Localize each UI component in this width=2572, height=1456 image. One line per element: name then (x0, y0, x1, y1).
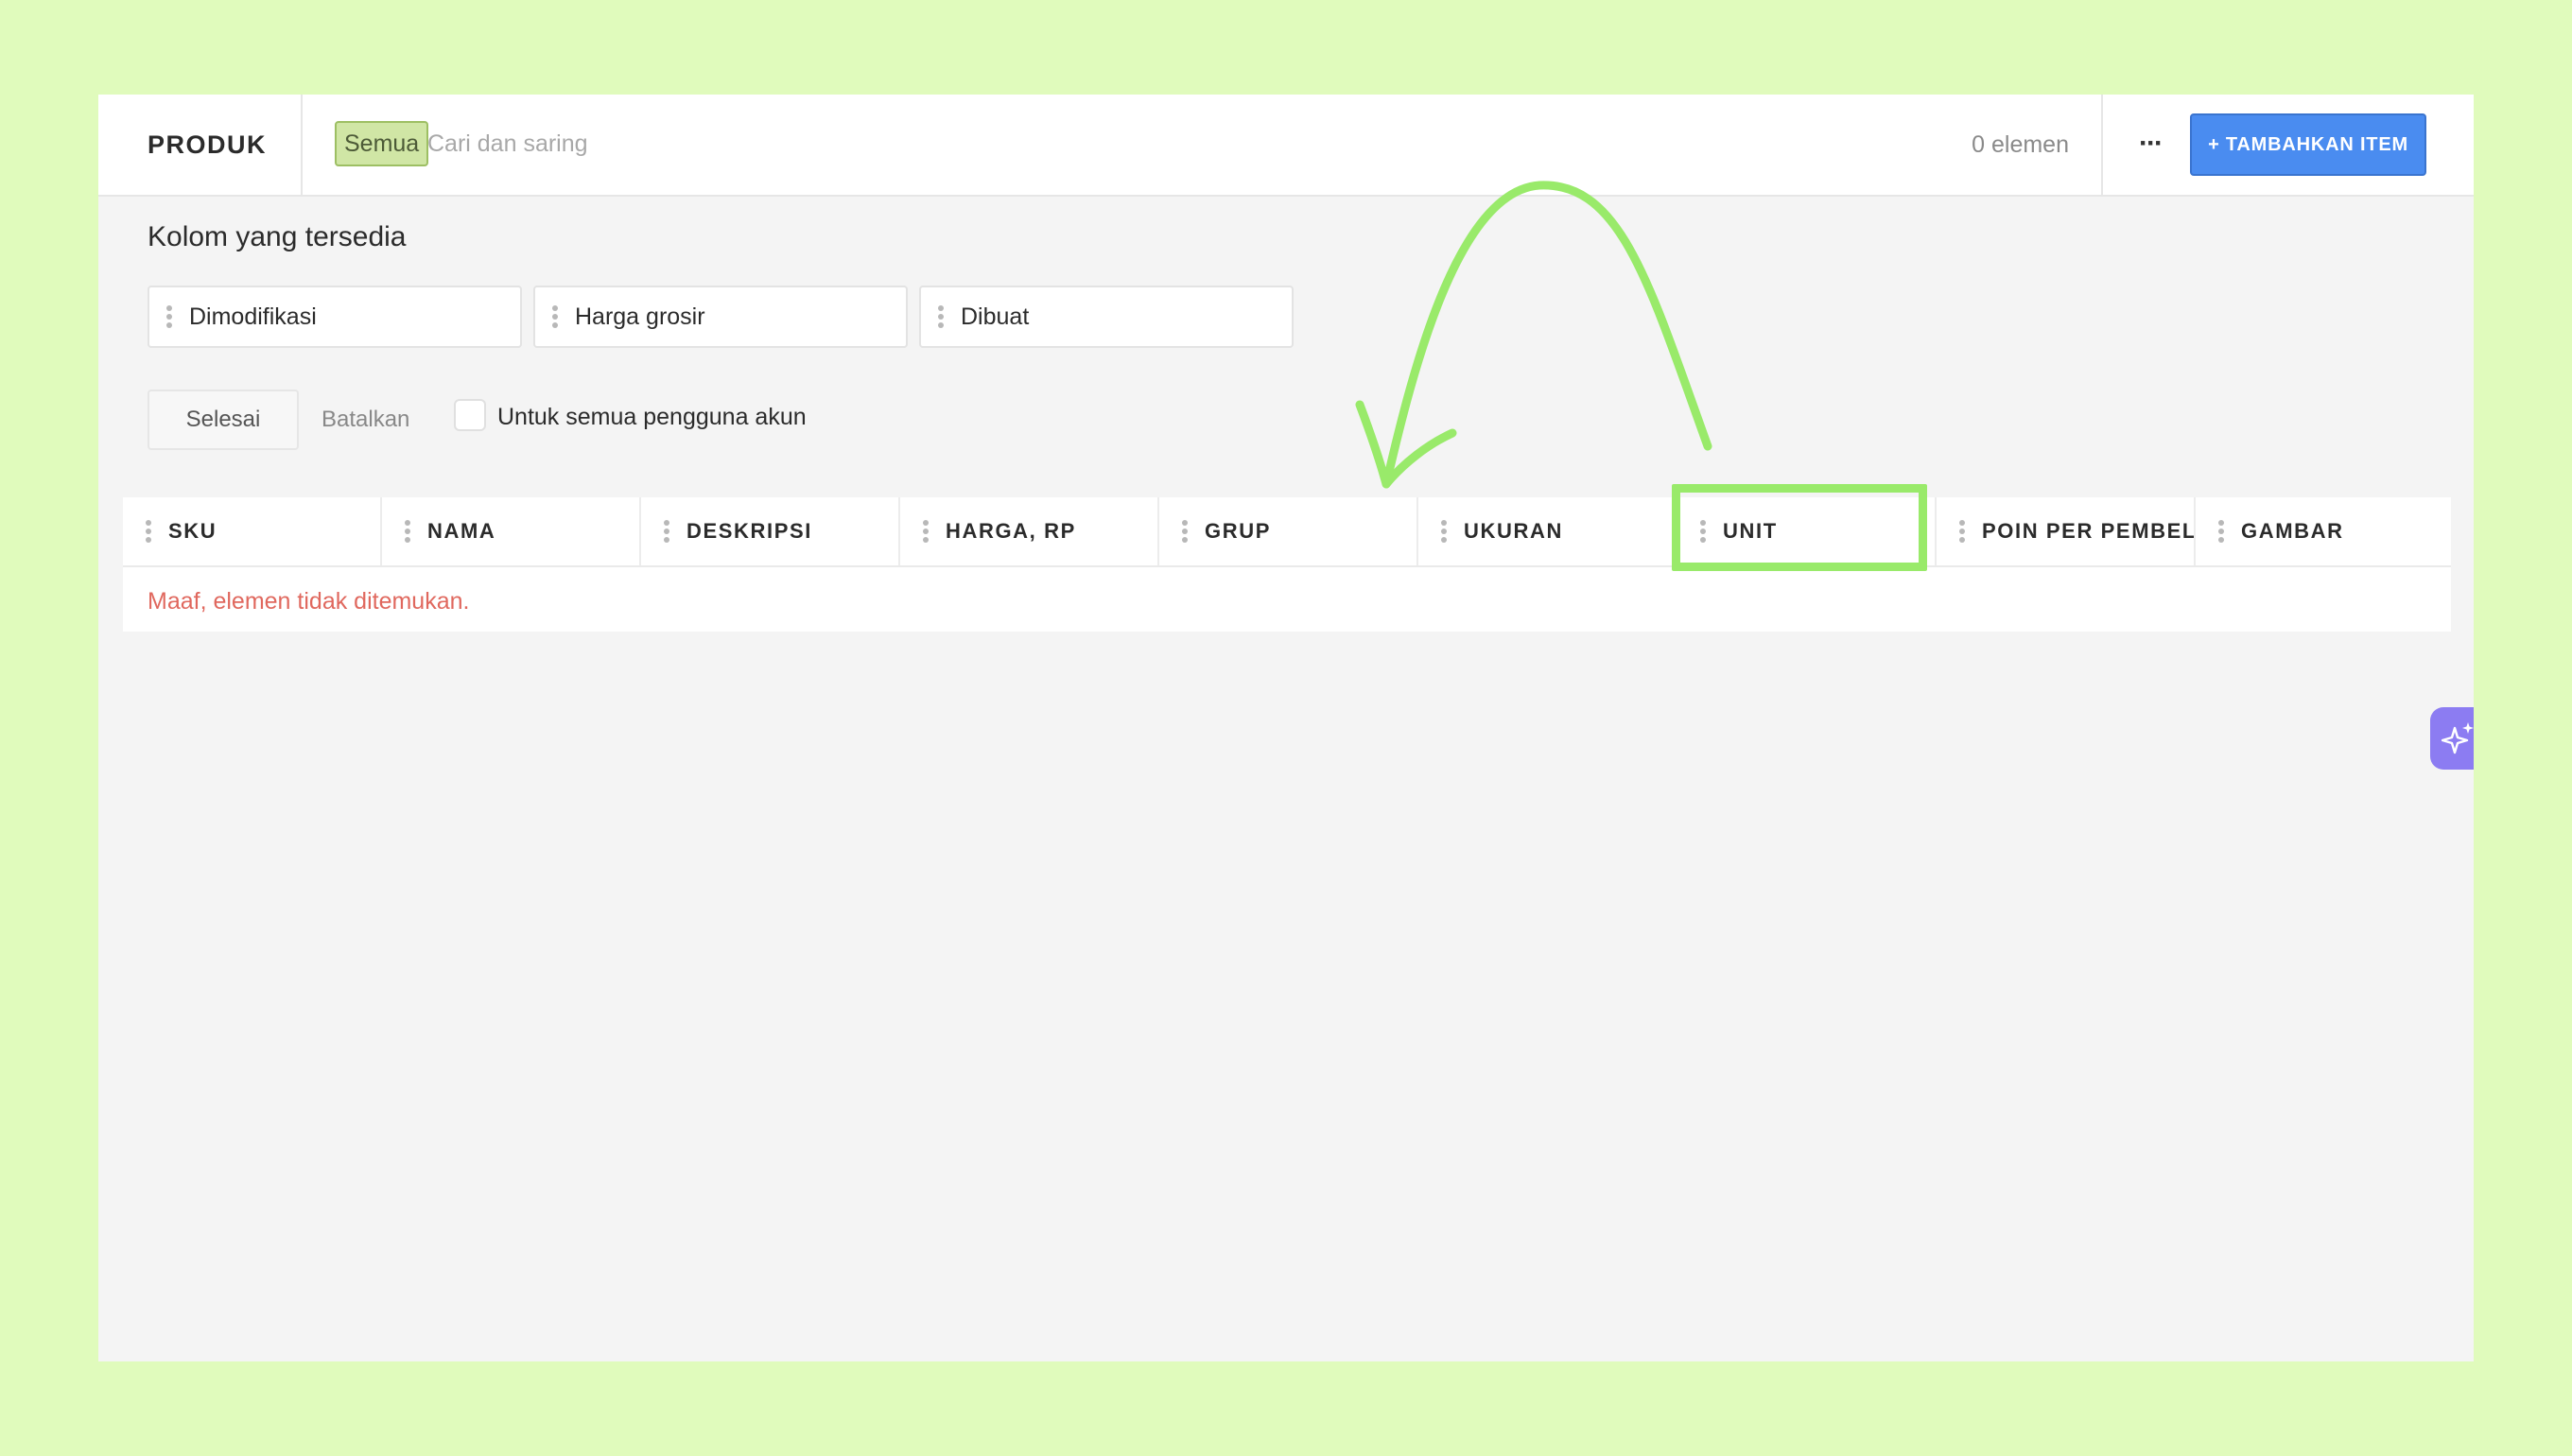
products-page: PRODUK Semua 0 elemen ··· + TAMBAHKAN IT… (98, 95, 2474, 1361)
curved-arrow-annotation (1355, 181, 1712, 489)
